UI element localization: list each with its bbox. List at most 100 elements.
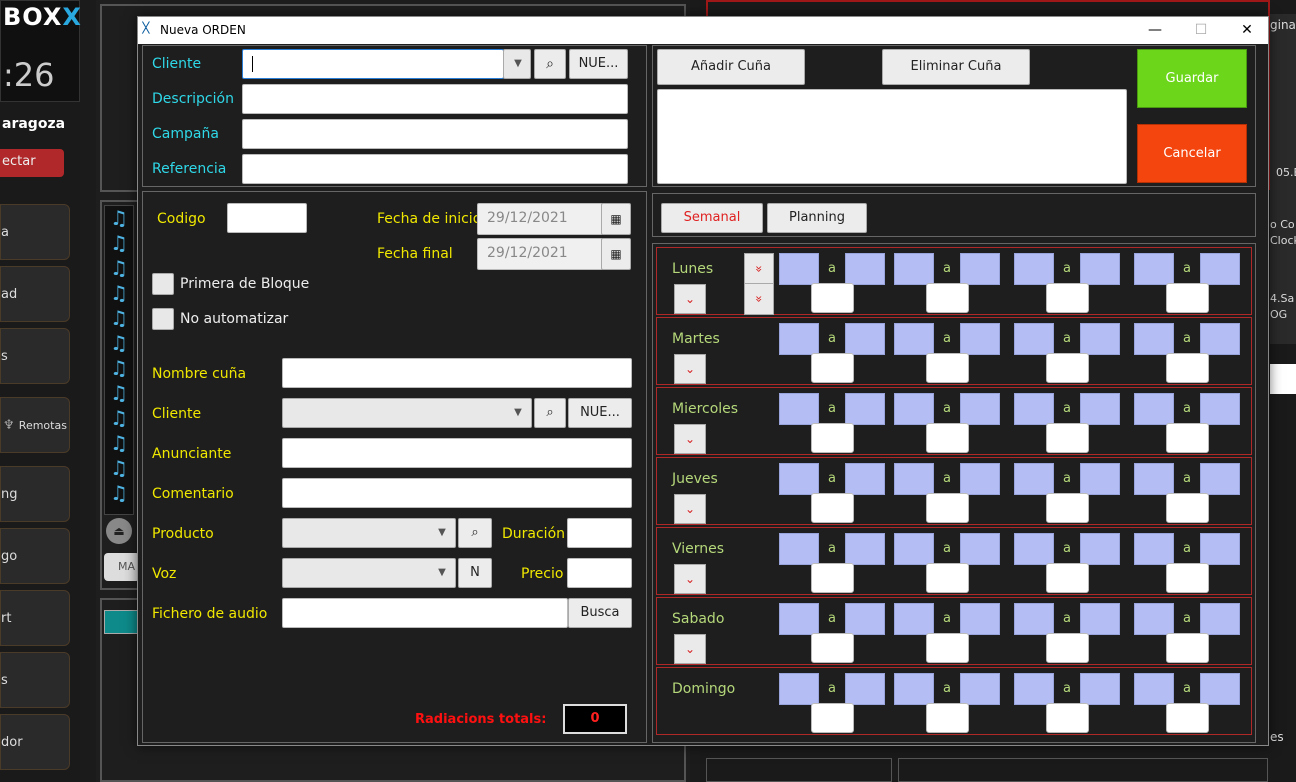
spots-count-input[interactable]: [811, 353, 854, 383]
time-end-input[interactable]: [960, 393, 1000, 425]
time-end-input[interactable]: [960, 673, 1000, 705]
time-start-input[interactable]: [894, 323, 934, 355]
nav-item-9[interactable]: dor: [0, 714, 70, 770]
expand-all-button[interactable]: »: [744, 283, 774, 315]
time-end-input[interactable]: [960, 253, 1000, 285]
minimize-button[interactable]: —: [1132, 17, 1178, 44]
nav-item-5[interactable]: ng: [0, 466, 70, 522]
time-end-input[interactable]: [1200, 323, 1240, 355]
time-start-input[interactable]: [894, 673, 934, 705]
descripcion-input[interactable]: [242, 84, 628, 114]
nav-item-7[interactable]: rt: [0, 590, 70, 646]
maximize-button[interactable]: ☐: [1178, 17, 1224, 44]
fecha-inicio-input[interactable]: 29/12/2021: [477, 203, 603, 235]
calendar-icon[interactable]: ▦: [601, 238, 631, 270]
time-start-input[interactable]: [1134, 323, 1174, 355]
time-start-input[interactable]: [779, 323, 819, 355]
save-button[interactable]: Guardar: [1137, 49, 1247, 108]
voz-new-button[interactable]: N: [458, 558, 492, 588]
nav-item-remotas[interactable]: ♆ Remotas: [0, 397, 70, 453]
time-start-input[interactable]: [894, 533, 934, 565]
time-start-input[interactable]: [1134, 463, 1174, 495]
nav-item-6[interactable]: go: [0, 528, 70, 584]
codigo-input[interactable]: [227, 203, 307, 233]
fecha-final-input[interactable]: 29/12/2021: [477, 238, 603, 270]
referencia-input[interactable]: [242, 154, 628, 184]
spots-count-input[interactable]: [1166, 423, 1209, 453]
time-start-input[interactable]: [1134, 673, 1174, 705]
day-dropdown-button[interactable]: ⌄: [674, 424, 706, 454]
time-start-input[interactable]: [779, 603, 819, 635]
time-end-input[interactable]: [960, 603, 1000, 635]
spots-count-input[interactable]: [1046, 353, 1089, 383]
voz-combo[interactable]: ▼: [282, 558, 456, 588]
cliente-new-button[interactable]: NUE...: [569, 49, 628, 79]
spots-count-input[interactable]: [811, 633, 854, 663]
primera-bloque-checkbox[interactable]: [152, 273, 174, 295]
close-button[interactable]: ✕: [1224, 17, 1270, 44]
time-start-input[interactable]: [1134, 533, 1174, 565]
nav-item-3[interactable]: s: [0, 328, 70, 384]
time-start-input[interactable]: [894, 463, 934, 495]
spots-count-input[interactable]: [1046, 703, 1089, 733]
cancel-button[interactable]: Cancelar: [1137, 124, 1247, 183]
time-start-input[interactable]: [894, 253, 934, 285]
spots-count-input[interactable]: [1166, 493, 1209, 523]
busca-button[interactable]: Busca: [568, 598, 632, 628]
cunas-list[interactable]: [657, 89, 1127, 184]
time-start-input[interactable]: [1014, 673, 1054, 705]
time-start-input[interactable]: [1014, 603, 1054, 635]
spots-count-input[interactable]: [926, 423, 969, 453]
remove-cuna-button[interactable]: Eliminar Cuña: [882, 49, 1030, 85]
nav-item-1[interactable]: a: [0, 204, 70, 260]
time-start-input[interactable]: [1134, 253, 1174, 285]
spots-count-input[interactable]: [811, 493, 854, 523]
spots-count-input[interactable]: [811, 563, 854, 593]
spots-count-input[interactable]: [811, 423, 854, 453]
spots-count-input[interactable]: [1166, 703, 1209, 733]
time-end-input[interactable]: [845, 393, 885, 425]
time-start-input[interactable]: [779, 533, 819, 565]
time-end-input[interactable]: [1200, 673, 1240, 705]
cliente-combo[interactable]: ▼: [282, 398, 532, 428]
cliente-dropdown-button[interactable]: ▼: [503, 49, 531, 79]
expand-all-button[interactable]: »: [744, 253, 774, 285]
precio-input[interactable]: [567, 558, 632, 588]
spots-count-input[interactable]: [1046, 283, 1089, 313]
time-start-input[interactable]: [1014, 323, 1054, 355]
time-end-input[interactable]: [845, 673, 885, 705]
duracion-input[interactable]: [567, 518, 632, 548]
day-dropdown-button[interactable]: ⌄: [674, 564, 706, 594]
spots-count-input[interactable]: [1166, 633, 1209, 663]
spots-count-input[interactable]: [811, 703, 854, 733]
connect-button[interactable]: ectar: [0, 149, 64, 177]
time-start-input[interactable]: [1014, 533, 1054, 565]
spots-count-input[interactable]: [926, 563, 969, 593]
ma-button[interactable]: MA: [104, 553, 140, 581]
time-start-input[interactable]: [779, 253, 819, 285]
calendar-icon[interactable]: ▦: [601, 203, 631, 235]
spots-count-input[interactable]: [1046, 493, 1089, 523]
spots-count-input[interactable]: [926, 633, 969, 663]
spots-count-input[interactable]: [1046, 563, 1089, 593]
spots-count-input[interactable]: [926, 493, 969, 523]
time-start-input[interactable]: [779, 393, 819, 425]
no-automatizar-checkbox[interactable]: [152, 308, 174, 330]
campana-input[interactable]: [242, 119, 628, 149]
cliente-new-button[interactable]: NUE...: [568, 398, 632, 428]
time-start-input[interactable]: [779, 673, 819, 705]
spots-count-input[interactable]: [926, 283, 969, 313]
add-cuna-button[interactable]: Añadir Cuña: [657, 49, 805, 85]
time-end-input[interactable]: [1080, 533, 1120, 565]
time-end-input[interactable]: [1080, 463, 1120, 495]
tab-planning[interactable]: Planning: [767, 203, 867, 233]
time-end-input[interactable]: [845, 463, 885, 495]
nav-item-2[interactable]: ad: [0, 266, 70, 322]
spots-count-input[interactable]: [926, 353, 969, 383]
time-end-input[interactable]: [960, 533, 1000, 565]
spots-count-input[interactable]: [1166, 283, 1209, 313]
eject-icon[interactable]: ⏏: [106, 518, 132, 544]
nav-item-8[interactable]: s: [0, 652, 70, 708]
time-end-input[interactable]: [1200, 253, 1240, 285]
cliente-search-button[interactable]: ⌕: [534, 398, 566, 428]
